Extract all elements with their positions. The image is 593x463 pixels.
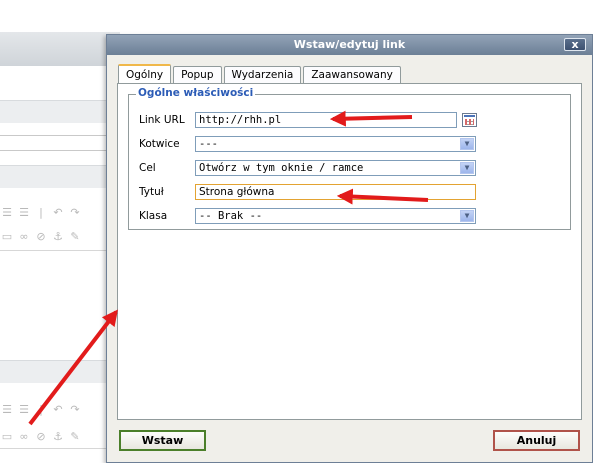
tab-advanced[interactable]: Zaawansowany — [303, 66, 401, 83]
dropdown-arrow-icon[interactable]: ▼ — [460, 210, 474, 222]
target-select[interactable]: Otwórz w tym oknie / ramce ▼ — [195, 160, 476, 176]
insert-button[interactable]: Wstaw — [119, 430, 206, 451]
browse-icon[interactable] — [462, 113, 477, 127]
tab-panel-general: Ogólne właściwości Link URL http://rhh.p… — [117, 83, 582, 420]
tab-general[interactable]: Ogólny — [118, 64, 172, 83]
background-divider — [0, 250, 120, 251]
link-url-label: Link URL — [139, 114, 185, 126]
title-label: Tytuł — [139, 186, 164, 198]
link-dialog: Wstaw/edytuj link x Ogólny Popup Wydarze… — [106, 34, 593, 463]
class-label: Klasa — [139, 210, 168, 222]
background-toolbar-row: ☰ ☰ | ↶ ↷ — [2, 205, 80, 219]
dialog-titlebar[interactable]: Wstaw/edytuj link x — [107, 35, 592, 55]
background-band — [0, 165, 120, 188]
dropdown-arrow-icon[interactable]: ▼ — [460, 138, 474, 150]
background-toolbar-row: ▭ ∞ ⊘ ⚓ ✎ — [1, 429, 80, 443]
cancel-button[interactable]: Anuluj — [493, 430, 580, 451]
anchors-label: Kotwice — [139, 138, 180, 150]
anchors-row: Kotwice --- ▼ — [139, 136, 476, 152]
background-band — [0, 360, 120, 383]
anchors-select[interactable]: --- ▼ — [195, 136, 476, 152]
anchors-select-value: --- — [199, 138, 218, 150]
background-field — [0, 135, 111, 151]
general-properties-fieldset: Ogólne właściwości Link URL http://rhh.p… — [128, 87, 571, 230]
target-label: Cel — [139, 162, 156, 174]
title-row: Tytuł Strona główna — [139, 184, 476, 200]
class-row: Klasa -- Brak -- ▼ — [139, 208, 476, 224]
link-url-row: Link URL http://rhh.pl — [139, 112, 477, 128]
link-url-input[interactable]: http://rhh.pl — [195, 112, 457, 128]
dropdown-arrow-icon[interactable]: ▼ — [460, 162, 474, 174]
tab-popup[interactable]: Popup — [173, 66, 222, 83]
tab-events[interactable]: Wydarzenia — [223, 66, 302, 83]
background-toolbar-row: ☰ ☰ | ↶ ↷ — [2, 402, 80, 416]
target-select-value: Otwórz w tym oknie / ramce — [199, 162, 364, 174]
background-header-bar — [0, 32, 120, 66]
class-select-value: -- Brak -- — [199, 210, 263, 222]
tab-bar: Ogólny Popup Wydarzenia Zaawansowany — [118, 64, 401, 83]
class-select[interactable]: -- Brak -- ▼ — [195, 208, 476, 224]
background-toolbar-row: ▭ ∞ ⊘ ⚓ ✎ — [1, 229, 80, 243]
background-band — [0, 100, 120, 123]
background-divider — [0, 448, 120, 449]
fieldset-legend: Ogólne właściwości — [136, 87, 256, 99]
target-row: Cel Otwórz w tym oknie / ramce ▼ — [139, 160, 476, 176]
close-icon[interactable]: x — [564, 38, 586, 51]
title-input[interactable]: Strona główna — [195, 184, 476, 200]
dialog-title: Wstaw/edytuj link — [293, 38, 406, 51]
